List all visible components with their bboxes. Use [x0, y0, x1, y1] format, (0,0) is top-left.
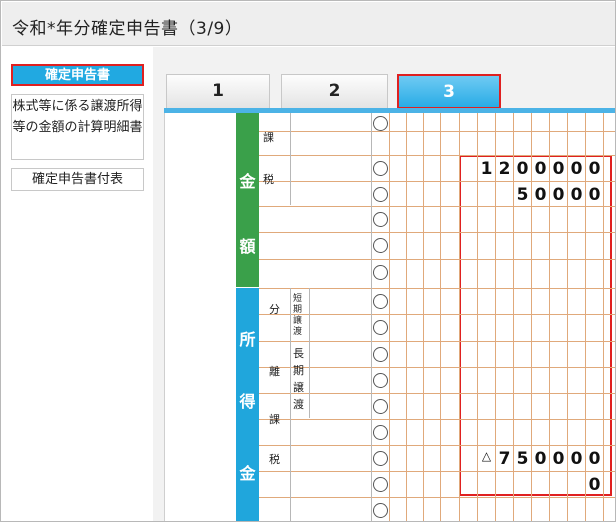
row-code-ニ: [373, 265, 388, 280]
sidebar-item-fuhyo[interactable]: 確定申告書付表: [11, 168, 144, 191]
sublabel-bunri: 分: [269, 303, 280, 316]
sidebar-item-kabushiki-meisaisho[interactable]: 株式等に係る譲渡所得等の金額の計算明細書: [11, 94, 144, 160]
row-divider: [259, 445, 615, 446]
sublabel-kazei: 課: [263, 131, 274, 144]
row-code-ナ: [373, 238, 388, 253]
row-divider: [259, 471, 615, 472]
tab-page-3[interactable]: 3: [397, 74, 501, 109]
section-kingaku: 金 額: [236, 113, 259, 287]
cell-divider: [406, 113, 407, 521]
row-divider: [259, 419, 615, 420]
row-divider: [259, 206, 615, 207]
amount-digit: 0: [588, 475, 601, 495]
row-code-70: [373, 347, 388, 362]
amount-digit: 2: [498, 159, 511, 179]
title-bar: 令和*年分確定申告書（3/9）: [2, 2, 615, 46]
amount-digit: 0: [516, 159, 529, 179]
amount-digit: 0: [570, 185, 583, 205]
cell-divider: [440, 113, 441, 521]
row-code-73: [373, 425, 388, 440]
col-divider: [309, 288, 310, 418]
sublabel-bunri: 離: [269, 365, 280, 378]
row-divider: [259, 155, 615, 156]
tab-page-1[interactable]: 1: [166, 74, 270, 109]
amount-digit: 0: [588, 159, 601, 179]
row-divider: [259, 131, 615, 132]
row-code-ツ: [373, 161, 388, 176]
row-code-テ: [373, 116, 388, 131]
row-divider: [259, 232, 615, 233]
row-code-71: [373, 373, 388, 388]
amount-digit: 1: [480, 159, 493, 179]
section-char: 得: [239, 392, 256, 411]
row-code-69: [373, 320, 388, 335]
sublabel-tanki: 渡: [293, 327, 303, 337]
row-divider: [259, 393, 615, 394]
amount-digit: 0: [534, 159, 547, 179]
cell-divider: [459, 113, 460, 521]
cell-divider: [603, 113, 604, 521]
row-code-76: [373, 503, 388, 518]
amount-digit: 5: [516, 449, 529, 469]
sublabel-choki: 長: [293, 347, 304, 360]
amount-digit: △: [481, 449, 492, 463]
tab-page-2[interactable]: 2: [281, 74, 388, 109]
row-code-75: [373, 477, 388, 492]
sublabel-bunri: 税: [269, 453, 280, 466]
window-frame: 令和*年分確定申告書（3/9） 確定申告書 株式等に係る譲渡所得等の金額の計算明…: [0, 0, 616, 522]
section-char: 金: [239, 172, 256, 191]
amount-digit: 0: [570, 449, 583, 469]
section-char: 額: [239, 237, 256, 256]
row-code-72: [373, 399, 388, 414]
row-code-テ: [373, 187, 388, 202]
section-char: 所: [239, 330, 256, 349]
row-code-68: [373, 294, 388, 309]
sublabel-bunri: 課: [269, 413, 280, 426]
sublabel-choki: 期: [293, 364, 304, 377]
row-divider: [259, 288, 615, 289]
row-divider: [259, 367, 615, 368]
amount-digit: 5: [516, 185, 529, 205]
section-char: 金: [239, 464, 256, 483]
amount-digit: 7: [498, 449, 511, 469]
page-title: 令和*年分確定申告書（3/9）: [12, 19, 243, 39]
row-divider: [259, 181, 615, 182]
cell-divider: [389, 113, 390, 521]
col-divider: [290, 113, 291, 205]
row-divider: [259, 341, 615, 342]
col-divider: [290, 288, 291, 521]
row-divider: [259, 497, 615, 498]
amount-digit: 0: [588, 449, 601, 469]
sublabel-choki: 渡: [293, 398, 304, 411]
amount-digit: 0: [534, 449, 547, 469]
sublabel-choki: 譲: [293, 381, 304, 394]
row-code-ト: [373, 212, 388, 227]
sublabel-kazei: 税: [263, 173, 274, 186]
amount-digit: 0: [570, 159, 583, 179]
section-shotoku: 所 得 金: [236, 288, 259, 521]
sidebar-item-kakutei-shinkokusho[interactable]: 確定申告書: [11, 64, 144, 86]
cell-divider: [423, 113, 424, 521]
row-code-74: [373, 451, 388, 466]
amount-digit: 0: [552, 449, 565, 469]
amount-digit: 0: [534, 185, 547, 205]
amount-digit: 0: [552, 159, 565, 179]
amount-digit: 0: [552, 185, 565, 205]
row-divider: [259, 259, 615, 260]
col-divider: [371, 113, 372, 521]
amount-digit: 0: [588, 185, 601, 205]
row-divider: [259, 314, 615, 315]
